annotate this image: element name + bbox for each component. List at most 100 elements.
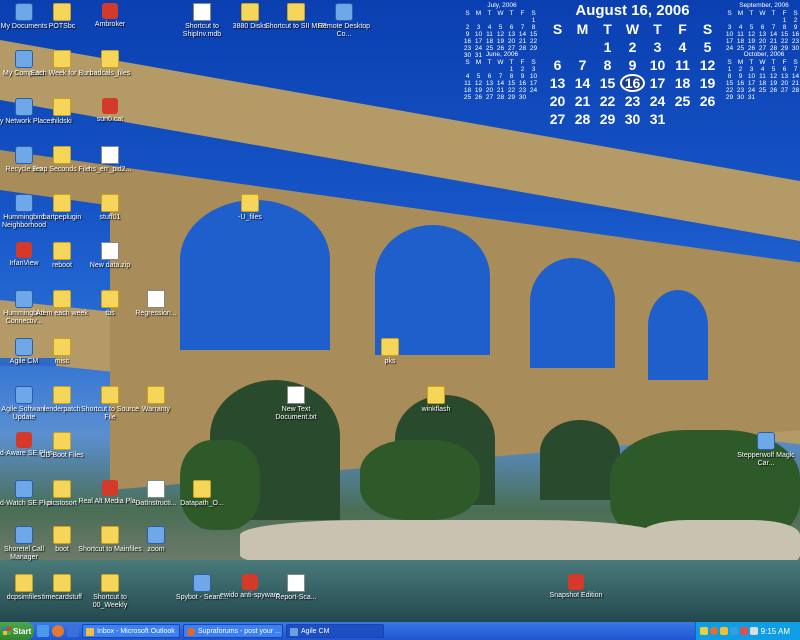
mini-calendar-day: 30 [518, 94, 527, 101]
quicklaunch-firefox-icon[interactable] [52, 625, 64, 637]
sys-icon [193, 574, 211, 592]
mini-calendar-day: 6 [760, 24, 765, 31]
mini-calendar-day [506, 17, 517, 24]
mini-calendar-day: 11 [464, 80, 471, 87]
mini-calendar-day: 17 [725, 38, 734, 45]
desktop-icon[interactable]: Report-Sca... [264, 574, 328, 602]
desktop-icon[interactable]: Shortcut to 00_Weekly [78, 574, 142, 610]
mini-calendar-day: 23 [736, 87, 745, 94]
desktop-icon-label: CD Boot Files [40, 452, 84, 459]
calendar-weekday: T [653, 21, 662, 37]
mini-calendar-day: 21 [496, 87, 505, 94]
desktop-icon[interactable]: Warranty [124, 386, 188, 414]
start-label: Start [13, 626, 32, 636]
mini-calendar-day: 8 [727, 73, 732, 80]
mini-calendar-weekday: S [531, 59, 536, 66]
mini-calendar-day [473, 17, 484, 24]
desktop-icon[interactable]: Regression... [124, 290, 188, 318]
calendar-day: 19 [699, 75, 716, 91]
mini-calendar-title: September, 2006 [739, 2, 789, 9]
prog-icon [102, 3, 118, 19]
desktop-icon[interactable]: zoom [124, 526, 188, 554]
mini-calendar-day: 25 [463, 94, 472, 101]
calendar-day: 17 [649, 75, 666, 91]
calendar-week-row: 20 21 22 23 24 25 26 [545, 92, 720, 110]
desktop[interactable]: My Documents POTSbc Ambroker Shortcut to Sh… [0, 0, 800, 622]
mini-calendar-weekday: T [509, 10, 514, 17]
desktop-icon[interactable]: New Text Document.txt [264, 386, 328, 422]
start-button[interactable]: Start [0, 622, 34, 640]
mini-calendar-week-row: 11 12 13 14 15 16 17 [462, 80, 542, 87]
desktop-icon[interactable]: misc [30, 338, 94, 366]
mini-calendar-day: 5 [749, 24, 754, 31]
calendar-day: 12 [699, 57, 716, 73]
desktop-icon[interactable]: Remote Desktop Co... [312, 3, 376, 39]
desktop-icon[interactable]: winkflash [404, 386, 468, 414]
tray-shield-icon[interactable] [720, 627, 728, 635]
desktop-icon-label: stuff01 [99, 214, 121, 221]
desktop-icon-label: Report-Sca... [275, 594, 317, 601]
file-icon [147, 290, 165, 308]
system-tray: 9:15 AM [695, 622, 800, 640]
mini-calendar-weekday: T [771, 10, 776, 17]
desktop-icon-label: winkflash [421, 406, 451, 413]
calendar-week-row: 27 28 29 30 31 [545, 110, 720, 128]
desktop-icon[interactable]: sun0.cat [78, 98, 142, 124]
mini-calendar-day: 10 [725, 31, 734, 38]
desktop-icon[interactable]: New data.zip [78, 242, 142, 270]
tray-security-icon[interactable] [740, 627, 748, 635]
folder-icon [53, 98, 71, 116]
desktop-icon[interactable]: Ambroker [78, 3, 142, 29]
desktop-icon-label: badcals_files [89, 70, 131, 77]
task-supraforums[interactable]: Supraforums - post your ... [183, 624, 283, 638]
mini-calendar-weekday: S [727, 59, 732, 66]
desktop-icon[interactable]: Snapshot Edition [544, 574, 608, 600]
desktop-icon[interactable]: Stepperwolf Magic Car... [734, 432, 798, 468]
task-agile-cm[interactable]: Agile CM [286, 624, 384, 638]
clock[interactable]: 9:15 AM [761, 627, 790, 636]
mini-calendar-day [462, 17, 473, 24]
desktop-icon[interactable]: stuff01 [78, 194, 142, 222]
mini-calendar-day: 15 [780, 31, 789, 38]
tray-arrow-icon[interactable] [700, 627, 708, 635]
mini-calendar-day: 14 [496, 80, 505, 87]
mini-calendar-weekday: S [793, 59, 798, 66]
desktop-icon[interactable]: hs_err_pid2... [78, 146, 142, 174]
task-label: Agile CM [301, 628, 330, 635]
desktop-icon[interactable]: pks [358, 338, 422, 366]
mini-calendar-weekday: T [749, 59, 754, 66]
desktop-icon-label: Regression... [135, 310, 177, 317]
desktop-icon[interactable]: Datapath_O... [170, 480, 234, 508]
prog-icon [568, 574, 584, 590]
mini-calendar-day [484, 17, 495, 24]
tray-network-icon[interactable] [730, 627, 738, 635]
calendar-weekday: S [552, 21, 563, 37]
mini-calendar-day: 22 [529, 38, 538, 45]
quicklaunch-ie-icon[interactable] [67, 625, 79, 637]
mini-calendar-day: 10 [474, 31, 483, 38]
desktop-icon[interactable]: CD Boot Files [30, 432, 94, 460]
tray-app-icon[interactable] [710, 627, 718, 635]
folder-icon [193, 480, 211, 498]
desktop-icon[interactable]: -U_files [218, 194, 282, 222]
tray-volume-icon[interactable] [750, 627, 758, 635]
quicklaunch-desktop-icon[interactable] [37, 625, 49, 637]
mini-calendar-day: 16 [791, 31, 800, 38]
calendar-day: 21 [574, 93, 591, 109]
mini-calendar-day: 29 [507, 94, 516, 101]
mini-calendar-day: 22 [725, 87, 734, 94]
mini-calendar-weekday-row: SMTWTFS [724, 59, 800, 66]
mini-calendar-weekday: W [497, 59, 504, 66]
mini-calendar-day: 26 [769, 87, 778, 94]
mini-calendar-title: July, 2006 [487, 2, 517, 9]
mini-calendar-day: 4 [465, 73, 470, 80]
calendar-day: 8 [603, 57, 612, 73]
task-outlook[interactable]: Inbox - Microsoft Outlook [82, 624, 180, 638]
folder-icon [53, 574, 71, 592]
desktop-icon[interactable]: badcals_files [78, 50, 142, 78]
calendar-widget: August 16, 2006 SMTWTFS 1 2 3 4 5 6 7 8 9 10 11 12 1… [545, 2, 720, 128]
desktop-icon-label: misc [54, 358, 70, 365]
mini-calendar-weekday: F [520, 59, 525, 66]
mini-calendar-weekday: F [782, 59, 787, 66]
mini-calendar-weekday: M [737, 10, 744, 17]
